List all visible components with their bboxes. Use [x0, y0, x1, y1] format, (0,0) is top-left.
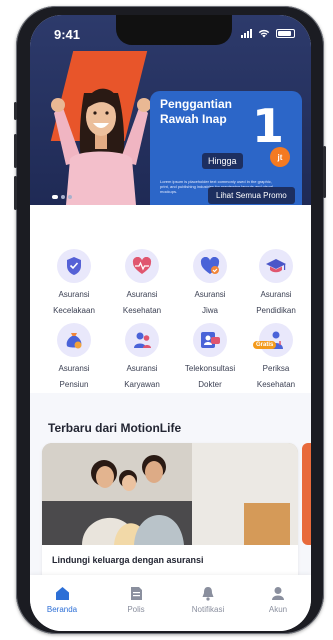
bottom-tab-bar: Beranda Polis Notifikasi Akun — [30, 575, 311, 631]
graduation-cap-icon — [259, 249, 293, 283]
tab-label: Polis — [127, 605, 145, 614]
news-card[interactable]: Lindungi keluarga dengan asuransi — [42, 443, 298, 585]
service-health-checkup[interactable]: Gratis Periksa Kesehatan — [244, 323, 308, 393]
main-content: Asuransi Kecelakaan Asuransi Kesehatan A… — [30, 205, 311, 585]
status-icons — [241, 28, 295, 38]
status-time: 9:41 — [54, 27, 81, 42]
service-label-line1: Asuransi — [126, 364, 158, 373]
money-bag-icon — [57, 323, 91, 357]
chat-doctor-icon — [193, 323, 227, 357]
service-label-line2: Kesehatan — [122, 306, 162, 315]
tab-polis[interactable]: Polis — [106, 585, 166, 614]
service-pension-insurance[interactable]: Asuransi Pensiun — [42, 323, 106, 393]
heart-pulse-icon — [125, 249, 159, 283]
tab-notifikasi[interactable]: Notifikasi — [178, 585, 238, 614]
heart-check-icon — [193, 249, 227, 283]
promo-unit-badge: jt — [270, 147, 290, 167]
services-grid: Asuransi Kecelakaan Asuransi Kesehatan A… — [30, 205, 311, 393]
notch — [116, 15, 232, 45]
service-accident-insurance[interactable]: Asuransi Kecelakaan — [42, 249, 106, 319]
see-all-promo-button[interactable]: Lihat Semua Promo — [208, 187, 295, 204]
woman-cheering-image — [51, 88, 151, 205]
carousel-dots[interactable] — [52, 195, 72, 199]
tab-label: Beranda — [46, 605, 78, 614]
service-label-line2: Jiwa — [201, 306, 218, 315]
carousel-dot[interactable] — [61, 195, 65, 199]
next-news-card-peek[interactable] — [302, 443, 311, 545]
service-label-line1: Periksa — [262, 364, 290, 373]
user-icon — [270, 585, 286, 601]
power-button — [323, 146, 326, 198]
news-section-title: Terbaru dari MotionLife — [48, 421, 182, 435]
home-icon — [54, 585, 70, 601]
mute-switch — [14, 102, 17, 120]
bell-icon — [200, 585, 216, 601]
service-label-line2: Dokter — [198, 380, 222, 389]
service-employee-insurance[interactable]: Asuransi Karyawan — [110, 323, 174, 393]
wifi-icon — [258, 29, 270, 37]
app-screen: 9:41 Penggantian Rawah Inap 1 jt Hingga … — [30, 15, 311, 631]
service-label-line2: Karyawan — [124, 380, 160, 389]
tab-label: Akun — [268, 605, 288, 614]
carousel-dot[interactable] — [68, 195, 72, 199]
service-label-line2: Pensiun — [59, 380, 89, 389]
news-card-title: Lindungi keluarga dengan asuransi — [52, 555, 204, 565]
volume-down-button — [14, 176, 17, 210]
service-label-line2: Pendidikan — [256, 306, 296, 315]
tab-akun[interactable]: Akun — [248, 585, 308, 614]
document-icon — [128, 585, 144, 601]
free-badge: Gratis — [253, 341, 277, 349]
family-photo — [42, 443, 298, 545]
signal-icon — [241, 28, 252, 38]
service-label-line2: Kesehatan — [256, 380, 296, 389]
promo-amount: 1 — [252, 99, 285, 153]
checkup-icon: Gratis — [253, 323, 293, 357]
service-label-line1: Asuransi — [58, 364, 90, 373]
service-label-line1: Asuransi — [260, 290, 292, 299]
promo-hingga-label: Hingga — [202, 153, 243, 169]
service-label-line1: Telekonsultasi — [184, 364, 236, 373]
service-doctor-teleconsult[interactable]: Telekonsultasi Dokter — [178, 323, 242, 393]
service-health-insurance[interactable]: Asuransi Kesehatan — [110, 249, 174, 319]
volume-up-button — [14, 134, 17, 168]
carousel-dot[interactable] — [52, 195, 58, 199]
promo-title: Penggantian Rawah Inap — [160, 97, 233, 126]
tab-beranda[interactable]: Beranda — [32, 585, 92, 614]
battery-icon — [276, 28, 295, 38]
service-life-insurance[interactable]: Asuransi Jiwa — [178, 249, 242, 319]
service-label-line2: Kecelakaan — [53, 306, 95, 315]
shield-icon — [57, 249, 91, 283]
service-label-line1: Asuransi — [194, 290, 226, 299]
people-icon — [125, 323, 159, 357]
service-label-line1: Asuransi — [126, 290, 158, 299]
service-education-insurance[interactable]: Asuransi Pendidikan — [244, 249, 308, 319]
tab-label: Notifikasi — [191, 605, 225, 614]
service-label-line1: Asuransi — [58, 290, 90, 299]
